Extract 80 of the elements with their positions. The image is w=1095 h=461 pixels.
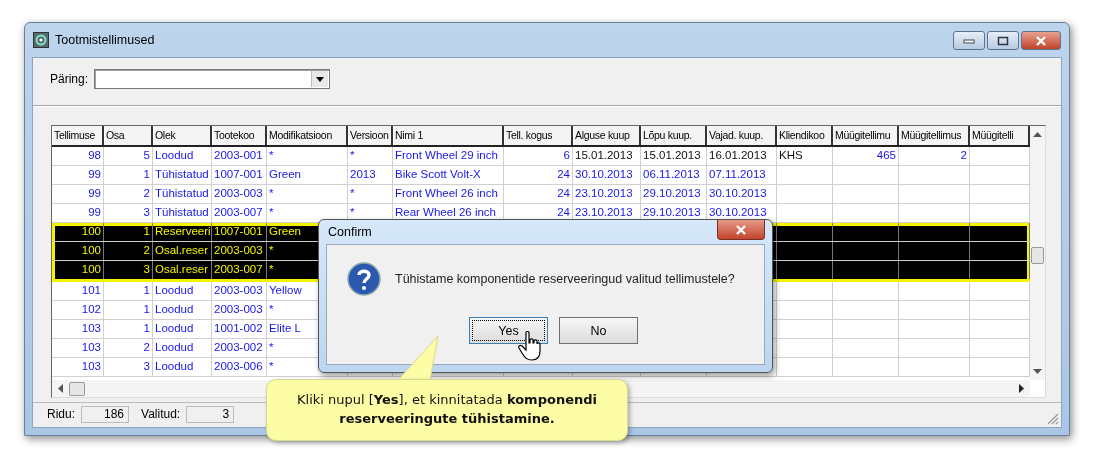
table-cell: 23.10.2013 [573, 185, 641, 203]
table-cell: 2003-007 [212, 261, 267, 279]
table-cell: 24 [504, 166, 573, 184]
table-cell: 6 [504, 147, 573, 165]
table-cell: 99 [52, 166, 104, 184]
table-cell: 100 [52, 261, 104, 279]
table-cell: 100 [52, 223, 104, 241]
status-label: Valitud: [141, 407, 181, 421]
table-cell: 2003-003 [212, 301, 267, 319]
table-cell: 29.10.2013 [641, 185, 707, 203]
table-cell: 465 [833, 147, 899, 165]
table-cell: 99 [52, 204, 104, 222]
table-cell: Loodud [153, 282, 212, 300]
table-cell: * [267, 185, 348, 203]
table-cell: Bike Scott Volt-X [393, 166, 504, 184]
table-cell: 2003-003 [212, 282, 267, 300]
table-cell: 2003-003 [212, 242, 267, 260]
table-cell: Osal.reser [153, 261, 212, 279]
table-cell: 1 [104, 320, 153, 338]
table-cell: 24 [504, 185, 573, 203]
table-cell: * [348, 185, 393, 203]
table-cell: 1007-001 [212, 223, 267, 241]
table-cell: 3 [104, 358, 153, 376]
table-cell: Front Wheel 29 inch [393, 147, 504, 165]
table-cell: 101 [52, 282, 104, 300]
table-cell: 3 [104, 261, 153, 279]
table-cell: 2013 [348, 166, 393, 184]
table-cell: 2 [899, 147, 970, 165]
status-value: 186 [81, 405, 129, 423]
table-cell: 30.10.2013 [573, 166, 641, 184]
table-cell: 103 [52, 320, 104, 338]
window-title: Tootmistellimused [55, 33, 155, 47]
table-cell: KHS [777, 147, 833, 165]
table-cell: 06.11.2013 [641, 166, 707, 184]
table-cell: Loodud [153, 301, 212, 319]
table-cell: 1 [104, 301, 153, 319]
query-label: Päring: [50, 72, 89, 86]
table-cell: Green [267, 166, 348, 184]
table-cell: Loodud [153, 339, 212, 357]
table-cell: * [267, 147, 348, 165]
table-cell: Osal.reser [153, 242, 212, 260]
status-value: 3 [186, 405, 235, 423]
table-cell: * [348, 147, 393, 165]
table-cell: 1 [104, 166, 153, 184]
table-cell: 5 [104, 147, 153, 165]
table-cell: 15.01.2013 [573, 147, 641, 165]
table-cell: 16.01.2013 [707, 147, 777, 165]
table-cell: Loodud [153, 147, 212, 165]
table-cell: 2003-006 [212, 358, 267, 376]
table-cell: Loodud [153, 358, 212, 376]
table-cell: 103 [52, 339, 104, 357]
table-cell: 30.10.2013 [707, 185, 777, 203]
table-cell: 2003-007 [212, 204, 267, 222]
table-cell: 2003-002 [212, 339, 267, 357]
table-cell: 1001-002 [212, 320, 267, 338]
table-cell: Reserveeri [153, 223, 212, 241]
table-cell: Loodud [153, 320, 212, 338]
table-cell: 2003-003 [212, 185, 267, 203]
table-cell: Tühistatud [153, 204, 212, 222]
table-cell: 3 [104, 204, 153, 222]
table-cell: 15.01.2013 [641, 147, 707, 165]
table-cell: 98 [52, 147, 104, 165]
table-cell: 2 [104, 185, 153, 203]
table-cell: 102 [52, 301, 104, 319]
dialog-message: Tühistame komponentide reserveeringud valitud tellimustele? [395, 272, 735, 286]
table-cell: Tühistatud [153, 185, 212, 203]
table-cell: Front Wheel 26 inch [393, 185, 504, 203]
table-cell: 2 [104, 339, 153, 357]
table-cell: 99 [52, 185, 104, 203]
table-cell: 1 [104, 223, 153, 241]
table-cell: 100 [52, 242, 104, 260]
table-cell: 2003-001 [212, 147, 267, 165]
table-cell: 1 [104, 282, 153, 300]
table-cell: 103 [52, 358, 104, 376]
callout-text: Kliki nupul [Yes], et kinnitatada komponendi reserveeringute tühistamine. [296, 391, 598, 428]
status-label: Ridu: [47, 407, 75, 421]
table-cell: 1007-001 [212, 166, 267, 184]
table-cell: 2 [104, 242, 153, 260]
table-cell: Tühistatud [153, 166, 212, 184]
table-cell: 07.11.2013 [707, 166, 777, 184]
